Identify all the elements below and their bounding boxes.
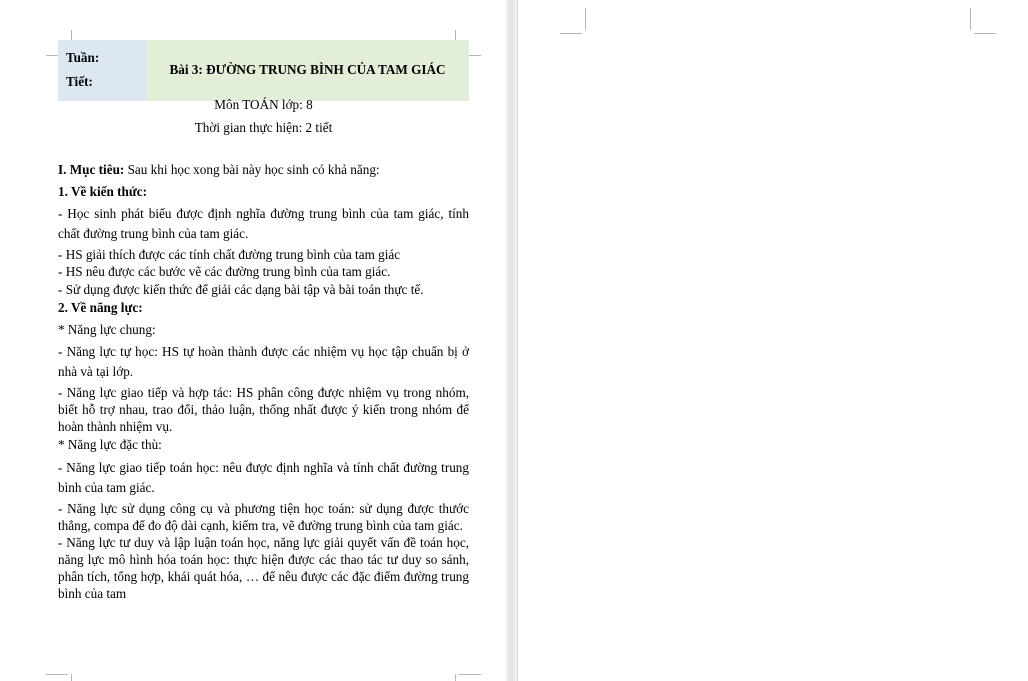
knowledge-item-3: - HS nêu được các bước vẽ các đường trun… (58, 264, 391, 280)
subject-line: Môn TOÁN lớp: 8 (214, 97, 313, 112)
competence-heading: 2. Về năng lực: (58, 299, 143, 315)
lesson-title-cell: Bài 3: ĐƯỜNG TRUNG BÌNH CỦA TAM GIÁC (146, 40, 469, 101)
page-gutter (506, 0, 518, 681)
knowledge-item-4: - Sử dụng được kiến thức để giải các dạn… (58, 281, 424, 297)
crop-mark-top-right (970, 8, 996, 34)
specific-competence-item-3: - Năng lực tư duy và lập luận toán học, … (58, 534, 469, 602)
general-competence-label: * Năng lực chung: (58, 321, 156, 337)
document-canvas: Tuần: Tiết: Bài 3: ĐƯỜNG TRUNG BÌNH CỦA … (0, 0, 1028, 681)
subheader-block: Môn TOÁN lớp: 8 Thời gian thực hiện: 2 t… (58, 93, 469, 139)
specific-competence-item-2: - Năng lực sử dụng công cụ và phương tiệ… (58, 500, 469, 533)
page-1: Tuần: Tiết: Bài 3: ĐƯỜNG TRUNG BÌNH CỦA … (0, 0, 506, 681)
specific-competence-label: * Năng lực đặc thù: (58, 437, 162, 453)
crop-mark-bottom-right (455, 650, 481, 681)
general-competence-item-2: - Năng lực giao tiếp và hợp tác: HS phân… (58, 384, 469, 435)
objectives-heading: I. Mục tiêu: Sau khi học xong bài này họ… (58, 162, 380, 177)
crop-mark-top-left (560, 8, 586, 34)
knowledge-item-2: - HS giải thích được các tính chất đường… (58, 247, 401, 263)
page-1-body: I. Mục tiêu: Sau khi học xong bài này họ… (58, 160, 469, 603)
general-competence-item-1: - Năng lực tự học: HS tự hoàn thành được… (58, 343, 469, 379)
page-2: giác, vận dụng được các tính chất để giả… (518, 0, 1028, 681)
week-label: Tuần: (66, 50, 100, 65)
knowledge-item-1: - Học sinh phát biểu được định nghĩa đườ… (58, 206, 469, 242)
specific-competence-item-1: - Năng lực giao tiếp toán học: nêu được … (58, 459, 469, 495)
knowledge-heading: 1. Về kiến thức: (58, 184, 147, 200)
table-row: Tuần: Tiết: Bài 3: ĐƯỜNG TRUNG BÌNH CỦA … (58, 40, 469, 101)
crop-mark-bottom-left (46, 650, 72, 681)
period-label: Tiết: (66, 74, 93, 90)
week-period-cell: Tuần: Tiết: (58, 40, 146, 101)
duration-line: Thời gian thực hiện: 2 tiết (194, 120, 333, 136)
lesson-header-table: Tuần: Tiết: Bài 3: ĐƯỜNG TRUNG BÌNH CỦA … (58, 40, 469, 101)
